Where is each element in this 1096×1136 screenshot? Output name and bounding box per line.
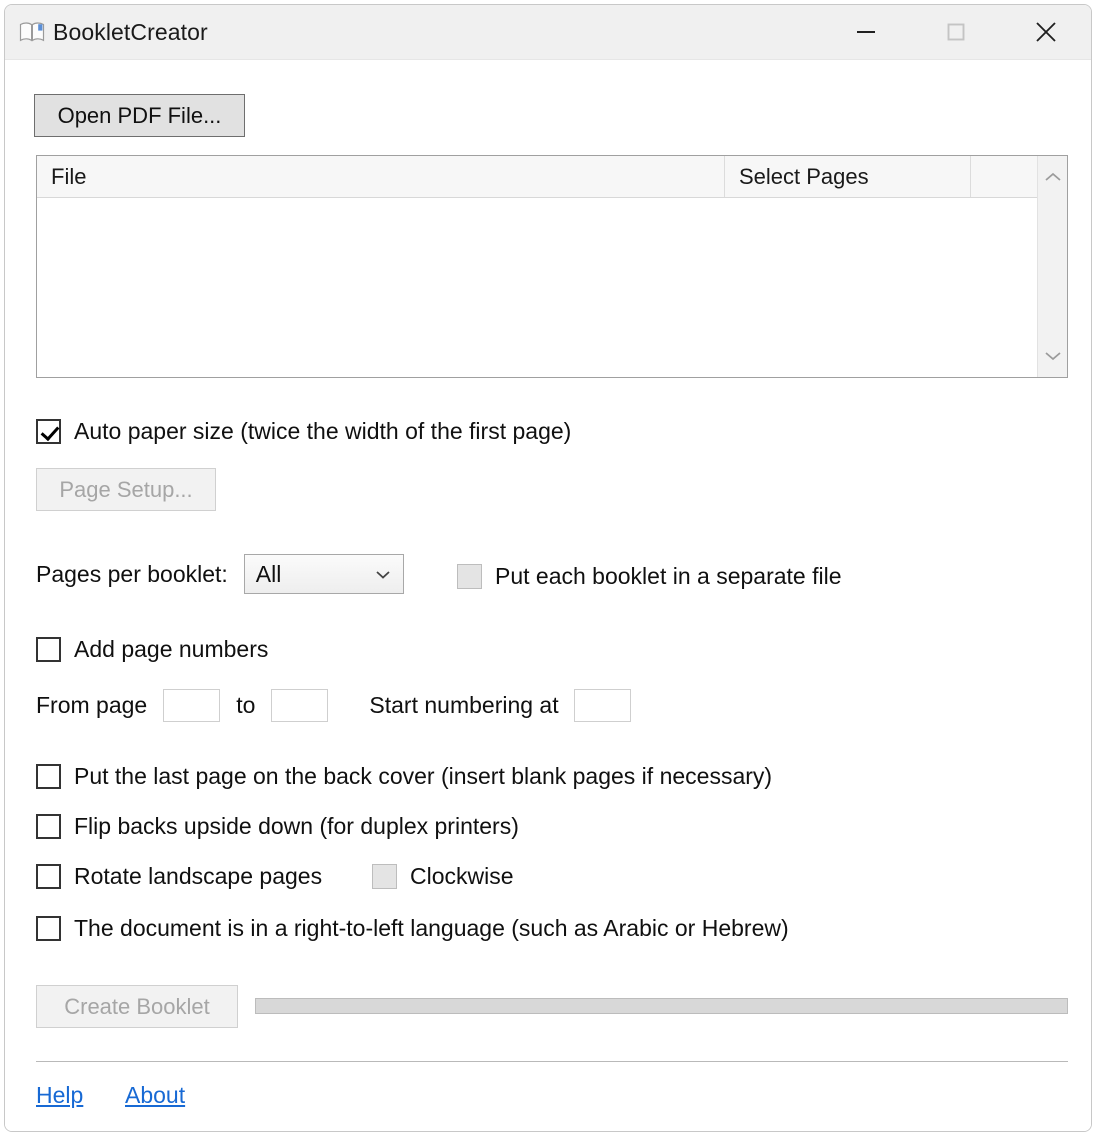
rtl-language-checkbox[interactable]	[36, 916, 61, 941]
maximize-icon[interactable]	[911, 5, 1001, 59]
pages-per-booklet-value: All	[245, 561, 282, 588]
flip-backs-label: Flip backs upside down (for duplex print…	[74, 813, 519, 840]
add-page-numbers-row[interactable]: Add page numbers	[36, 636, 268, 663]
file-list: File Select Pages	[36, 155, 1068, 378]
clockwise-label: Clockwise	[410, 863, 514, 890]
chevron-down-icon	[375, 555, 391, 593]
minimize-icon[interactable]	[821, 5, 911, 59]
window-controls	[821, 5, 1091, 59]
column-header-select-pages[interactable]: Select Pages	[725, 156, 971, 197]
chevron-up-icon[interactable]	[1038, 162, 1068, 192]
flip-backs-row[interactable]: Flip backs upside down (for duplex print…	[36, 813, 519, 840]
back-cover-row[interactable]: Put the last page on the back cover (ins…	[36, 763, 772, 790]
pages-per-booklet-row: Pages per booklet: All	[36, 554, 404, 594]
start-numbering-label: Start numbering at	[369, 692, 558, 719]
footer-divider	[36, 1061, 1068, 1062]
rotate-landscape-checkbox[interactable]	[36, 864, 61, 889]
separate-file-checkbox[interactable]	[457, 564, 482, 589]
auto-paper-size-checkbox[interactable]	[36, 419, 61, 444]
page-range-row: From page to Start numbering at	[36, 689, 631, 722]
app-window: BookletCreator Open PDF File...	[4, 4, 1092, 1132]
column-header-file[interactable]: File	[37, 156, 725, 197]
main-content: Open PDF File... File Select Pages	[5, 60, 1091, 1132]
create-booklet-button[interactable]: Create Booklet	[36, 985, 238, 1028]
pages-per-booklet-select[interactable]: All	[244, 554, 404, 594]
column-header-extra[interactable]	[971, 156, 1023, 197]
help-link[interactable]: Help	[36, 1082, 83, 1109]
rotate-landscape-row[interactable]: Rotate landscape pages	[36, 863, 322, 890]
separate-file-label: Put each booklet in a separate file	[495, 563, 842, 590]
file-list-body[interactable]	[37, 198, 1067, 377]
add-page-numbers-label: Add page numbers	[74, 636, 268, 663]
from-page-input[interactable]	[163, 689, 220, 722]
from-page-label: From page	[36, 692, 147, 719]
to-page-input[interactable]	[271, 689, 328, 722]
rtl-language-label: The document is in a right-to-left langu…	[74, 915, 789, 942]
about-link[interactable]: About	[125, 1082, 185, 1109]
pages-per-booklet-label: Pages per booklet:	[36, 561, 228, 588]
page-setup-button[interactable]: Page Setup...	[36, 468, 216, 511]
file-list-scrollbar[interactable]	[1037, 156, 1067, 377]
file-list-header: File Select Pages	[37, 156, 1067, 198]
separate-file-row[interactable]: Put each booklet in a separate file	[457, 563, 842, 590]
progress-bar	[255, 998, 1068, 1014]
add-page-numbers-checkbox[interactable]	[36, 637, 61, 662]
flip-backs-checkbox[interactable]	[36, 814, 61, 839]
clockwise-checkbox[interactable]	[372, 864, 397, 889]
close-icon[interactable]	[1001, 5, 1091, 59]
start-numbering-input[interactable]	[574, 689, 631, 722]
auto-paper-size-row[interactable]: Auto paper size (twice the width of the …	[36, 418, 571, 445]
window-title: BookletCreator	[53, 19, 208, 46]
auto-paper-size-label: Auto paper size (twice the width of the …	[74, 418, 571, 445]
back-cover-checkbox[interactable]	[36, 764, 61, 789]
title-bar: BookletCreator	[5, 5, 1091, 60]
rotate-landscape-label: Rotate landscape pages	[74, 863, 322, 890]
open-book-icon	[19, 21, 45, 43]
clockwise-row[interactable]: Clockwise	[372, 863, 514, 890]
rtl-language-row[interactable]: The document is in a right-to-left langu…	[36, 915, 789, 942]
back-cover-label: Put the last page on the back cover (ins…	[74, 763, 772, 790]
to-label: to	[236, 692, 255, 719]
chevron-down-icon[interactable]	[1038, 341, 1068, 371]
open-pdf-button[interactable]: Open PDF File...	[34, 94, 245, 137]
